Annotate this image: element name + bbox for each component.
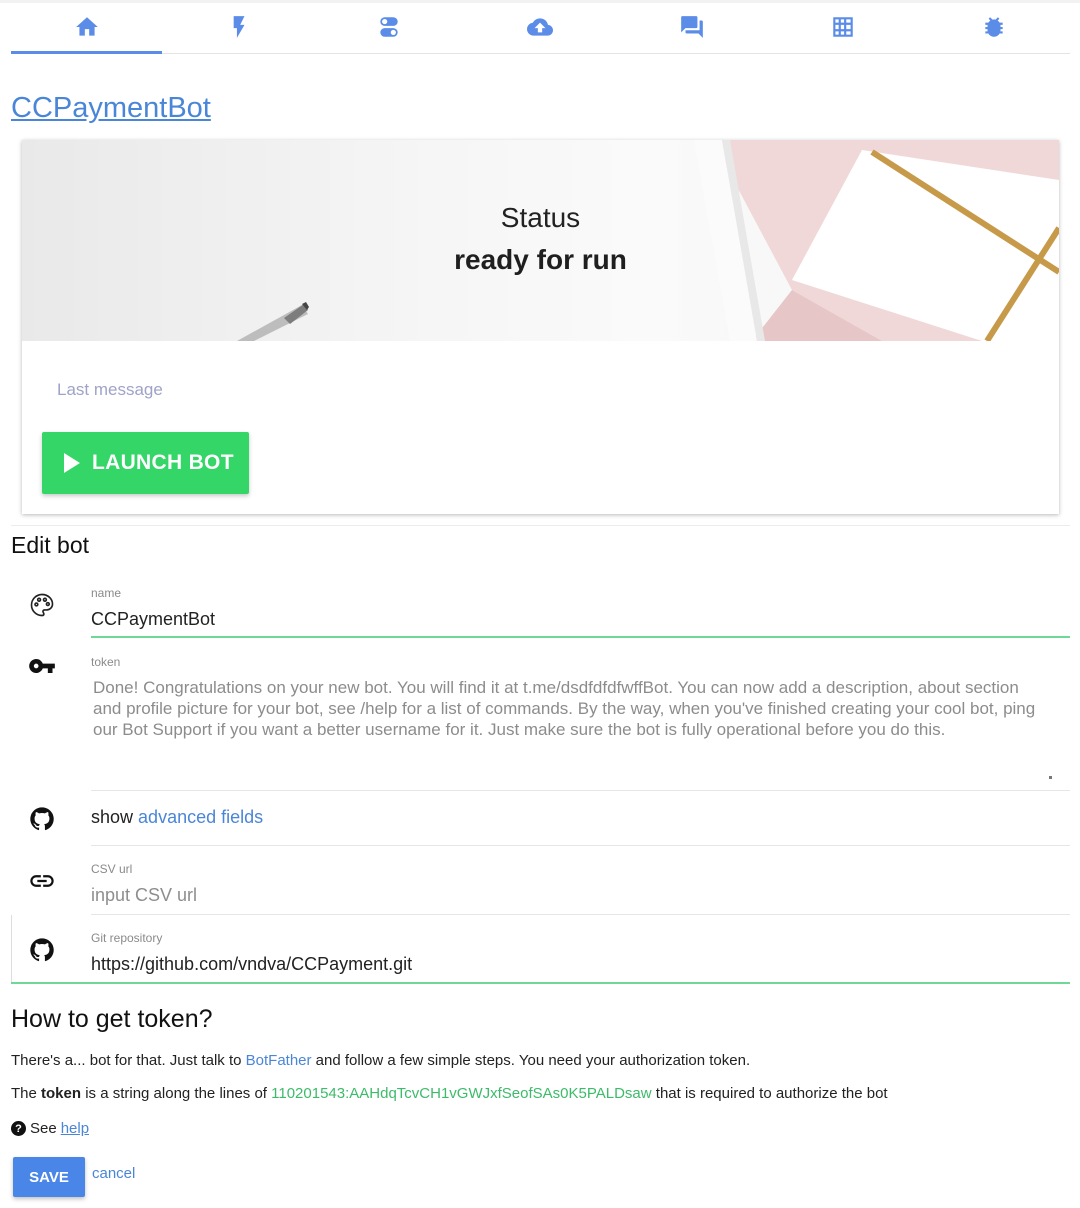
cloud-upload-icon <box>527 17 554 36</box>
p1-text-after: and follow a few simple steps. You need … <box>311 1052 751 1069</box>
toggles-icon <box>380 16 398 37</box>
csv-url-input[interactable]: input CSV url <box>91 885 197 906</box>
name-input[interactable]: CCPaymentBot <box>91 609 215 630</box>
link-icon <box>28 867 56 895</box>
tab-debug[interactable] <box>919 0 1070 53</box>
status-hero-image: Status ready for run <box>22 140 1059 341</box>
p2-text-before: The <box>11 1085 42 1102</box>
p2-bold-token: token <box>41 1085 82 1102</box>
p2-text-middle: is a string along the lines of <box>81 1085 272 1102</box>
question-icon: ? <box>11 1121 26 1136</box>
section-divider <box>11 525 1070 526</box>
howto-paragraph-2: The token is a string along the lines of… <box>11 1085 888 1102</box>
cancel-link[interactable]: cancel <box>92 1165 135 1182</box>
token-caption: token <box>91 655 121 669</box>
advanced-fields-link[interactable]: advanced fields <box>138 807 263 827</box>
see-help-line: ? See help <box>11 1120 89 1137</box>
howto-title: How to get token? <box>11 1005 213 1033</box>
last-message-label: Last message <box>57 380 163 399</box>
name-underline <box>91 636 1070 638</box>
tab-deploy[interactable] <box>465 0 616 53</box>
token-underline <box>91 790 1070 791</box>
tab-home[interactable] <box>11 0 163 54</box>
github-icon <box>28 936 56 964</box>
chat-icon <box>680 15 703 38</box>
top-tab-bar <box>0 0 1080 54</box>
status-label: Status <box>500 202 581 233</box>
save-button[interactable]: SAVE <box>13 1157 85 1197</box>
see-label: See <box>30 1120 57 1137</box>
tab-messages[interactable] <box>616 0 767 53</box>
tab-actions[interactable] <box>162 0 313 53</box>
lightning-icon <box>233 15 245 38</box>
git-row-border <box>11 915 12 983</box>
show-prefix: show <box>91 807 134 827</box>
bot-title-link[interactable]: CCPaymentBot <box>11 92 211 125</box>
howto-paragraph-1: There's a... bot for that. Just talk to … <box>11 1052 750 1069</box>
tab-table[interactable] <box>767 0 918 53</box>
p1-text-before: There's a... bot for that. Just talk to <box>11 1052 246 1069</box>
show-advanced-toggle: show advanced fields <box>91 807 263 828</box>
help-link[interactable]: help <box>61 1120 89 1137</box>
key-icon <box>28 652 56 680</box>
p2-text-after: that is required to authorize the bot <box>651 1085 888 1102</box>
git-repository-input[interactable]: https://github.com/vndva/CCPayment.git <box>91 954 412 975</box>
launch-bot-label: LAUNCH BOT <box>92 451 234 474</box>
home-icon <box>75 16 98 36</box>
palette-icon <box>28 591 56 619</box>
play-icon <box>64 453 80 473</box>
tab-settings[interactable] <box>314 0 465 53</box>
status-value: ready for run <box>454 244 627 275</box>
github-icon <box>28 805 56 833</box>
grid-icon <box>833 16 853 37</box>
textarea-resize-handle[interactable] <box>1049 776 1052 779</box>
launch-bot-button[interactable]: LAUNCH BOT <box>42 432 249 494</box>
bug-icon <box>985 16 1003 37</box>
token-textarea[interactable]: Done! Congratulations on your new bot. Y… <box>93 677 1043 740</box>
status-card: Status ready for run Last message LAUNCH… <box>22 140 1059 514</box>
botfather-link[interactable]: BotFather <box>246 1052 312 1069</box>
git-caption: Git repository <box>91 931 163 945</box>
git-underline <box>11 982 1070 984</box>
csv-caption: CSV url <box>91 862 133 876</box>
example-token: 110201543:AAHdqTcvCH1vGWJxfSeofSAs0K5PAL… <box>271 1085 652 1102</box>
name-caption: name <box>91 586 122 600</box>
advanced-underline <box>91 845 1070 846</box>
csv-underline <box>91 914 1070 915</box>
edit-bot-title: Edit bot <box>11 532 89 558</box>
